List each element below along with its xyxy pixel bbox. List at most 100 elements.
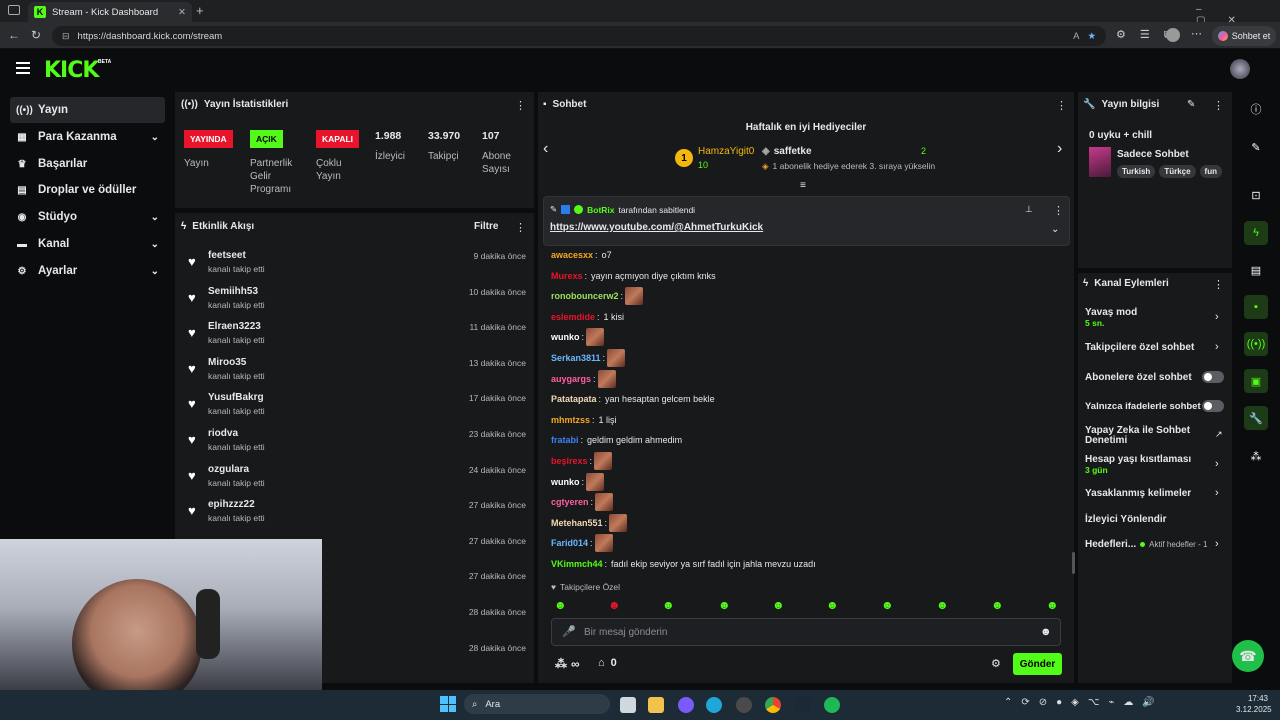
chat-message[interactable]: auygargs: [551, 369, 616, 389]
activity-event-row[interactable]: ♥ Elraen3223 kanalı takip etti 11 dakika ön… [186, 320, 526, 356]
chat-message[interactable]: awacesxx: o7 [551, 245, 612, 265]
copilot-chat-button[interactable]: Sohbet et [1212, 26, 1276, 46]
emote-chat-toggle[interactable] [1202, 400, 1224, 412]
chat-username[interactable]: auygargs [551, 374, 591, 384]
chat-settings-icon[interactable]: ⚙ [991, 657, 1001, 670]
browser-tab[interactable]: K Stream - Kick Dashboard ✕ [28, 2, 192, 22]
file-explorer-icon[interactable] [648, 697, 664, 713]
more-icon[interactable]: ⋯ [1191, 27, 1202, 40]
chat-toggle-icon[interactable]: ▪ [1244, 295, 1268, 319]
chat-username[interactable]: VKimmch44 [551, 559, 603, 569]
layout-toggle-icon[interactable]: ▣ [1244, 369, 1268, 393]
sidebar-item-para-kazanma[interactable]: ▦ Para Kazanma ⌄ [10, 124, 165, 150]
chat-message[interactable]: Murexs: yayın açmıyon diye çıktım knks [551, 266, 716, 286]
pinned-link[interactable]: https://www.youtube.com/@AhmetTurkuKick [550, 222, 763, 233]
raid-row[interactable]: İzleyici Yönlendir [1085, 514, 1225, 525]
ai-moderation-row[interactable]: Yapay Zeka ile Sohbet Denetimi [1085, 426, 1195, 446]
account-age-row[interactable]: Hesap yaşı kısıtlaması 3 gün [1085, 454, 1225, 475]
emote-shortcut-icon[interactable]: ☻ [608, 598, 621, 612]
activity-event-row[interactable]: ♥ Semiihh53 kanalı takip etti 10 dakika önc… [186, 285, 526, 321]
profile-avatar-icon[interactable] [1166, 28, 1180, 42]
emote-shortcut-icon[interactable]: ☻ [772, 598, 785, 612]
emote-shortcut-icon[interactable]: ☻ [718, 598, 731, 612]
chat-message[interactable]: VKimmch44: fadıl ekip seviyor ya sırf fad… [551, 554, 816, 574]
chat-username[interactable]: Serkan3811 [551, 353, 601, 363]
tag-chip[interactable]: Turkish [1117, 165, 1156, 178]
sidebar-item-yayin[interactable]: ((•)) Yayın [10, 97, 165, 123]
second-gifter[interactable]: ◈ saffetke [762, 146, 812, 157]
read-aloud-icon[interactable]: A [1073, 31, 1079, 42]
screenshot-icon[interactable]: ⊡ [1244, 183, 1268, 207]
tab-actions-icon[interactable] [8, 5, 20, 15]
apps-icon[interactable]: ⁂ [1244, 444, 1268, 468]
chevron-left-icon[interactable]: ‹ [543, 140, 548, 158]
emote-shortcut-icon[interactable]: ☻ [1046, 598, 1059, 612]
user-avatar[interactable] [1230, 59, 1250, 79]
chevron-right-icon[interactable]: › [1057, 140, 1062, 158]
banned-words-row[interactable]: Yasaklanmış kelimeler [1085, 488, 1225, 499]
followers-chat-row[interactable]: Takipçilere özel sohbet [1085, 342, 1225, 353]
discord-icon[interactable] [678, 697, 694, 713]
stream-info-menu-icon[interactable]: ⋮ [1213, 99, 1224, 112]
chat-message[interactable]: mhmtzss:1 lişi [551, 410, 617, 430]
url-field[interactable]: ⊟ https://dashboard.kick.com/stream A ★ [52, 26, 1106, 46]
slow-mode-row[interactable]: Yavaş mod 5 sn. [1085, 307, 1225, 328]
emote-shortcut-icon[interactable]: ☻ [936, 598, 949, 612]
task-view-icon[interactable] [620, 697, 636, 713]
chat-username[interactable]: cgtyeren [551, 497, 589, 507]
filter-button[interactable]: Filtre [474, 221, 498, 232]
send-button[interactable]: Gönder [1013, 653, 1062, 675]
chat-message[interactable]: Serkan3811: [551, 348, 626, 368]
support-chat-icon[interactable]: ☎ [1232, 640, 1264, 672]
chat-username[interactable]: awacesxx [551, 250, 593, 260]
tag-chip[interactable]: Türkçe [1159, 165, 1196, 178]
sidebar-item-kanal[interactable]: ▬ Kanal ⌄ [10, 231, 165, 257]
activity-menu-icon[interactable]: ⋮ [515, 221, 526, 234]
sidebar-item-ayarlar[interactable]: ⚙ Ayarlar ⌄ [10, 258, 165, 284]
back-icon[interactable]: ← [8, 28, 20, 42]
chat-username[interactable]: Patatapata [551, 394, 597, 404]
tools-toggle-icon[interactable]: 🔧 [1244, 406, 1268, 430]
emoji-icon[interactable]: ☻ [1040, 626, 1052, 638]
chat-menu-icon[interactable]: ⋮ [1056, 99, 1067, 112]
tag-chip[interactable]: fun [1199, 165, 1222, 178]
category-thumbnail[interactable] [1089, 147, 1111, 177]
activity-event-row[interactable]: ♥ feetseet kanalı takip etti 9 dakika önce [186, 249, 526, 285]
activity-event-row[interactable]: ♥ YusufBakrg kanalı takip etti 17 dakika ön… [186, 391, 526, 427]
unpin-icon[interactable]: ⊥ [1025, 204, 1033, 215]
emote-shortcut-icon[interactable]: ☻ [554, 598, 567, 612]
chat-username[interactable]: wunko [551, 332, 580, 342]
chat-username[interactable]: beşirexs [551, 456, 588, 466]
notes-icon[interactable]: ▤ [1244, 258, 1268, 282]
chrome-icon[interactable] [765, 697, 781, 713]
steam-icon[interactable] [795, 697, 811, 713]
chat-username[interactable]: ronobouncerw2 [551, 291, 619, 301]
chat-message[interactable]: Patatapata: yan hesaptan gelcem bekle [551, 389, 715, 409]
close-tab-icon[interactable]: ✕ [178, 7, 186, 18]
sidebar-item-droplar[interactable]: ▤ Droplar ve ödüller [10, 177, 165, 203]
activity-event-row[interactable]: ♥ epihzzz22 kanalı takip etti 27 dakika önc… [186, 498, 526, 534]
chat-username[interactable]: mhmtzss [551, 415, 590, 425]
chat-username[interactable]: Murexs [551, 271, 583, 281]
channel-points[interactable]: ⁂ ∞ [555, 657, 580, 671]
activity-event-row[interactable]: ♥ riodva kanalı takip etti 23 dakika önce [186, 427, 526, 463]
hamburger-menu-icon[interactable] [16, 62, 30, 74]
site-info-icon[interactable]: ⊟ [62, 31, 70, 42]
collapse-icon[interactable]: ≡ [800, 180, 806, 191]
pencil-icon[interactable]: ✎ [1244, 135, 1268, 159]
chat-message[interactable]: ronobouncerw2: [551, 286, 644, 306]
chat-username[interactable]: Metehan551 [551, 518, 603, 528]
edge-icon[interactable] [706, 697, 722, 713]
chat-username[interactable]: fratabi [551, 435, 579, 445]
pinned-menu-icon[interactable]: ⋮ [1053, 204, 1064, 217]
info-icon[interactable]: ⓘ [1244, 97, 1268, 121]
new-tab-icon[interactable]: + [196, 3, 204, 18]
expand-icon[interactable]: ⌄ [1051, 224, 1059, 235]
reload-icon[interactable]: ↻ [31, 28, 41, 42]
emote-shortcut-icon[interactable]: ☻ [662, 598, 675, 612]
kick-logo[interactable]: KICK [44, 58, 99, 83]
emote-shortcut-icon[interactable]: ☻ [826, 598, 839, 612]
chat-message[interactable]: Metehan551: [551, 513, 628, 533]
obs-icon[interactable] [736, 697, 752, 713]
chat-message[interactable]: beşirexs: [551, 451, 613, 471]
